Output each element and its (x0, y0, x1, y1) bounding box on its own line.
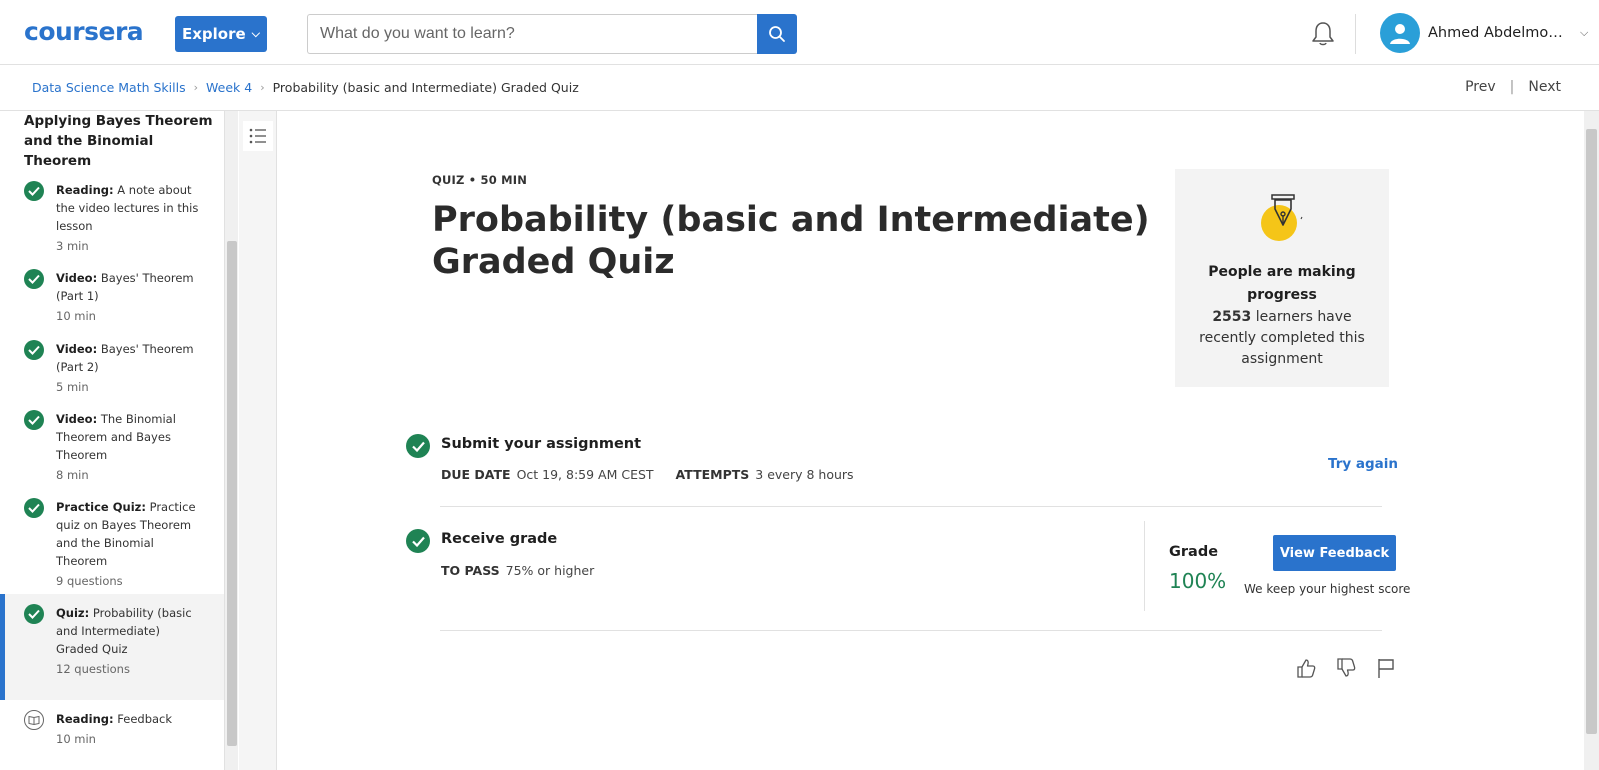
grade-value: 100% (1169, 569, 1227, 593)
item-meta: 9 questions (56, 574, 123, 588)
check-circle-icon (24, 269, 44, 289)
due-date-label: DUE DATE (441, 467, 511, 482)
item-meta: 10 min (56, 309, 96, 323)
grade-label: Grade (1169, 544, 1219, 560)
chevron-right-icon: › (193, 81, 199, 94)
item-type: Video: (56, 271, 98, 285)
notifications-bell-icon[interactable] (1310, 20, 1336, 48)
avatar (1380, 13, 1420, 53)
check-circle-icon (24, 498, 44, 518)
grade-heading: Receive grade (441, 531, 558, 547)
user-name: Ahmed Abdelmotel... (1428, 25, 1568, 41)
sidebar-item-graded-quiz[interactable]: Quiz: Probability (basic and Intermediat… (0, 594, 224, 700)
submit-details: DUE DATE Oct 19, 8:59 AM CEST ATTEMPTS 3 e… (441, 467, 854, 482)
lesson-title: Applying Bayes Theorem and the Binomial … (24, 113, 213, 169)
coursera-logo[interactable]: coursera (24, 17, 144, 46)
sidebar-item-video-bayes-2[interactable]: Video: Bayes' Theorem (Part 2) 5 min (0, 340, 224, 396)
sidebar-item-video-binomial[interactable]: Video: The Binomial Theorem and Bayes Th… (0, 410, 224, 484)
item-type: Video: (56, 342, 98, 356)
pen-nib-icon (1261, 194, 1303, 241)
item-type: Practice Quiz: (56, 500, 146, 514)
explore-label: Explore (181, 25, 246, 43)
search-bar (307, 14, 797, 54)
check-circle-icon (24, 604, 44, 624)
progress-text: 2553 learners have recently completed th… (1175, 307, 1389, 370)
chevron-right-icon: › (260, 81, 265, 94)
sidebar-scrollbar[interactable] (224, 111, 238, 770)
course-sidebar: Applying Bayes Theorem and the Binomial … (0, 111, 224, 770)
item-meta: 3 min (56, 239, 89, 253)
pass-label: TO PASS (441, 563, 500, 578)
divider (440, 506, 1382, 507)
search-button[interactable] (757, 14, 797, 54)
breadcrumb-week[interactable]: Week 4 (206, 80, 252, 95)
search-icon (769, 26, 785, 42)
user-menu[interactable]: Ahmed Abdelmotel... ⌵ (1380, 13, 1588, 53)
toc-rail (239, 111, 277, 770)
explore-button[interactable]: Explore ⌵ (175, 16, 267, 52)
breadcrumb-course[interactable]: Data Science Math Skills (32, 80, 186, 95)
book-icon (24, 710, 44, 730)
prev-link[interactable]: Prev (1465, 79, 1496, 95)
chevron-down-icon: ⌵ (1580, 26, 1589, 39)
sidebar-item-practice-quiz[interactable]: Practice Quiz: Practice quiz on Bayes Th… (0, 498, 224, 590)
sidebar-item-video-bayes-1[interactable]: Video: Bayes' Theorem (Part 1) 10 min (0, 269, 224, 325)
check-circle-icon (24, 410, 44, 430)
sidebar-scroll-thumb[interactable] (227, 241, 237, 746)
thumbs-up-icon[interactable] (1295, 657, 1317, 679)
grade-divider (1144, 521, 1145, 611)
divider (440, 630, 1382, 631)
chevron-down-icon: ⌵ (251, 27, 261, 40)
progress-title: People are making progress (1208, 264, 1356, 303)
pass-value: 75% or higher (505, 563, 595, 578)
main-content: QUIZ • 50 MIN Probability (basic and Int… (278, 111, 1583, 770)
item-meta: 8 min (56, 468, 89, 482)
feedback-actions (1295, 657, 1397, 679)
top-navigation: coursera Explore ⌵ Ahmed Abdelmotel... ⌵ (0, 0, 1599, 65)
nav-divider: | (1509, 79, 1515, 95)
item-type: Reading: (56, 712, 114, 726)
breadcrumb: Data Science Math Skills › Week 4 › Prob… (32, 80, 579, 95)
main-scroll-thumb[interactable] (1586, 129, 1597, 734)
try-again-link[interactable]: Try again (1328, 456, 1398, 472)
main-scrollbar[interactable] (1584, 111, 1599, 770)
breadcrumb-current: Probability (basic and Intermediate) Gra… (272, 80, 579, 95)
prev-next-nav: Prev | Next (1465, 79, 1561, 95)
sidebar-item-reading-note[interactable]: Reading: A note about the video lectures… (0, 181, 224, 255)
next-link[interactable]: Next (1528, 79, 1561, 95)
check-circle-icon (406, 529, 430, 553)
header-divider (1355, 14, 1356, 54)
thumbs-down-icon[interactable] (1335, 657, 1357, 679)
item-meta: 12 questions (56, 662, 130, 676)
progress-card: People are making progress 2553 learners… (1175, 169, 1389, 387)
item-type: Video: (56, 412, 98, 426)
learner-count: 2553 (1212, 309, 1252, 325)
search-input[interactable] (307, 14, 757, 54)
item-meta: 10 min (56, 732, 96, 746)
check-circle-icon (24, 340, 44, 360)
check-circle-icon (406, 434, 430, 458)
quiz-meta: QUIZ • 50 MIN (432, 173, 528, 187)
check-circle-icon (24, 181, 44, 201)
view-feedback-button[interactable]: View Feedback (1273, 535, 1396, 571)
item-type: Reading: (56, 183, 114, 197)
page-title: Probability (basic and Intermediate) Gra… (432, 200, 1150, 282)
submit-heading: Submit your assignment (441, 436, 642, 452)
highest-score-note: We keep your highest score (1244, 582, 1411, 596)
due-date-value: Oct 19, 8:59 AM CEST (516, 467, 654, 482)
list-icon (249, 128, 266, 144)
attempts-value: 3 every 8 hours (755, 467, 854, 482)
breadcrumb-bar: Data Science Math Skills › Week 4 › Prob… (0, 65, 1599, 111)
attempts-label: ATTEMPTS (675, 467, 750, 482)
item-type: Quiz: (56, 606, 90, 620)
pass-details: TO PASS 75% or higher (441, 563, 594, 578)
item-name: Feedback (117, 712, 173, 726)
flag-icon[interactable] (1375, 657, 1397, 679)
sidebar-item-reading-feedback[interactable]: Reading: Feedback 10 min (0, 710, 224, 748)
user-icon (1390, 24, 1410, 44)
toc-toggle-button[interactable] (243, 121, 273, 151)
item-meta: 5 min (56, 380, 89, 394)
